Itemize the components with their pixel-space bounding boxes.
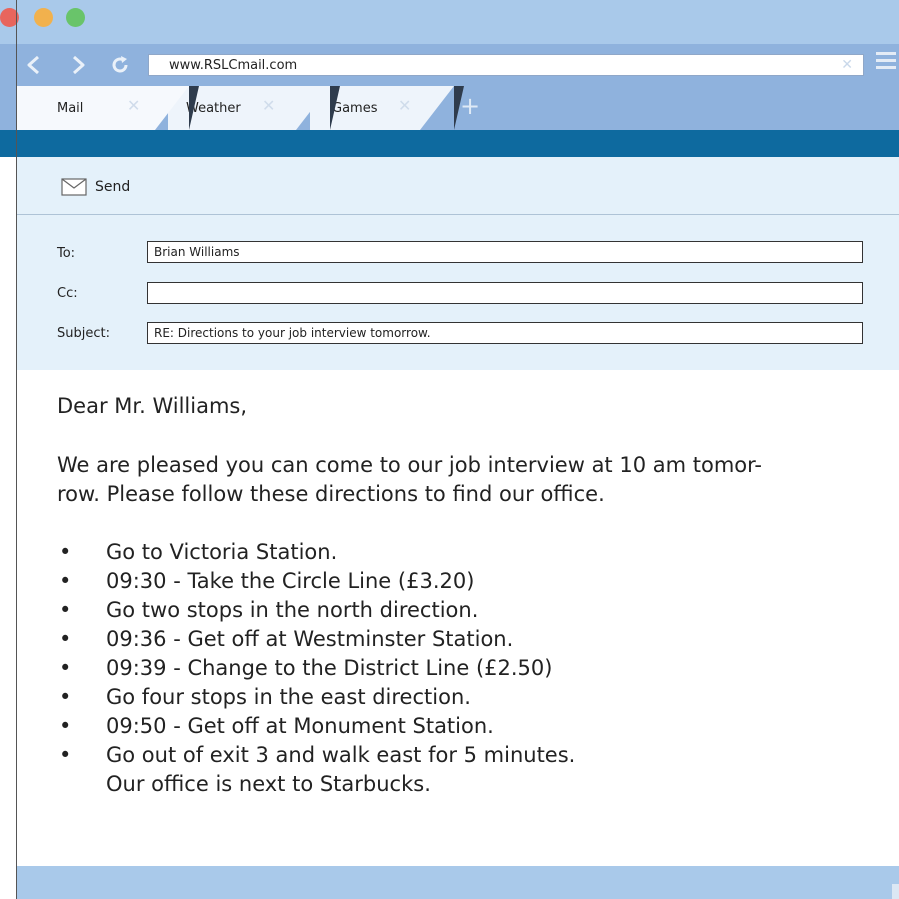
status-bar	[17, 866, 899, 899]
to-field[interactable]: Brian Williams	[147, 241, 863, 263]
message-intro-line: We are pleased you can come to our job i…	[57, 453, 762, 477]
minimize-window-button[interactable]	[34, 8, 53, 27]
step-text: Go two stops in the north direction.	[106, 598, 479, 622]
bullet: •	[59, 714, 72, 738]
to-label: To:	[57, 246, 76, 261]
clear-address-icon[interactable]: ✕	[841, 57, 853, 73]
scrollbar-handle[interactable]	[892, 884, 899, 899]
list-item: • Go four stops in the east direction.	[57, 683, 867, 712]
new-tab-icon[interactable]: +	[460, 92, 480, 120]
step-text: Go to Victoria Station.	[106, 540, 338, 564]
tab-mail-label: Mail	[57, 101, 84, 116]
tab-games-close-icon[interactable]: ✕	[398, 96, 411, 115]
step-text: 09:50 - Get off at Monument Station.	[106, 714, 494, 738]
browser-toolbar: www.RSLCmail.com ✕	[0, 44, 899, 86]
browser-window: www.RSLCmail.com ✕ Games ✕ Weather ✕ Mai…	[0, 0, 899, 899]
maximize-window-button[interactable]	[66, 8, 85, 27]
window-left-border	[16, 0, 17, 899]
message-greeting: Dear Mr. Williams,	[57, 394, 248, 418]
step-text: 09:39 - Change to the District Line (£2.…	[106, 656, 553, 680]
list-item: • Go to Victoria Station.	[57, 538, 867, 567]
address-url: www.RSLCmail.com	[169, 58, 298, 73]
message-body[interactable]: Dear Mr. Williams, We are pleased you ca…	[57, 392, 867, 799]
bullet: •	[59, 743, 72, 767]
bullet: •	[59, 685, 72, 709]
refresh-icon	[112, 56, 128, 73]
subject-field[interactable]: RE: Directions to your job interview tom…	[147, 322, 863, 344]
send-label[interactable]: Send	[95, 179, 130, 195]
forward-button[interactable]	[64, 51, 92, 79]
bullet: •	[59, 627, 72, 651]
bullet: •	[59, 540, 72, 564]
step-text: 09:36 - Get off at Westminster Station.	[106, 627, 514, 651]
subject-label: Subject:	[57, 326, 110, 341]
message-intro-line: row. Please follow these directions to f…	[57, 482, 605, 506]
list-item: • 09:30 - Take the Circle Line (£3.20)	[57, 567, 867, 596]
bullet: •	[59, 569, 72, 593]
list-item: • 09:36 - Get off at Westminster Station.	[57, 625, 867, 654]
send-row: Send	[17, 157, 899, 215]
step-text: Go out of exit 3 and walk east for 5 min…	[106, 743, 576, 767]
cc-label: Cc:	[57, 286, 78, 301]
step-text: 09:30 - Take the Circle Line (£3.20)	[106, 569, 475, 593]
mail-envelope-icon	[61, 178, 87, 196]
address-bar[interactable]: www.RSLCmail.com ✕	[148, 54, 864, 76]
refresh-button[interactable]	[106, 51, 134, 79]
back-arrow-icon	[27, 55, 39, 75]
message-closing: Our office is next to Starbucks.	[106, 772, 431, 796]
menu-icon[interactable]	[876, 52, 899, 76]
list-item: • 09:50 - Get off at Monument Station.	[57, 712, 867, 741]
list-item: • Go two stops in the north direction.	[57, 596, 867, 625]
cc-field[interactable]	[147, 282, 863, 304]
step-text: Go four stops in the east direction.	[106, 685, 471, 709]
forward-arrow-icon	[73, 55, 85, 75]
tab-mail[interactable]: Mail ✕	[17, 86, 199, 130]
bullet: •	[59, 598, 72, 622]
bullet: •	[59, 656, 72, 680]
tab-mail-close-icon[interactable]: ✕	[127, 96, 140, 115]
directions-list: • Go to Victoria Station. • 09:30 - Take t…	[57, 538, 867, 770]
send-button[interactable]	[61, 178, 87, 200]
tab-strip: Games ✕ Weather ✕ Mail ✕ +	[0, 86, 899, 130]
back-button[interactable]	[20, 51, 48, 79]
compose-header: Send To: Brian Williams Cc: Subject: RE:…	[17, 157, 899, 370]
tab-weather-close-icon[interactable]: ✕	[262, 96, 275, 115]
accent-bar	[0, 130, 899, 157]
message-intro: We are pleased you can come to our job i…	[57, 451, 867, 509]
list-item: • 09:39 - Change to the District Line (£2…	[57, 654, 867, 683]
title-bar	[0, 0, 899, 44]
list-item: • Go out of exit 3 and walk east for 5 mi…	[57, 741, 867, 770]
